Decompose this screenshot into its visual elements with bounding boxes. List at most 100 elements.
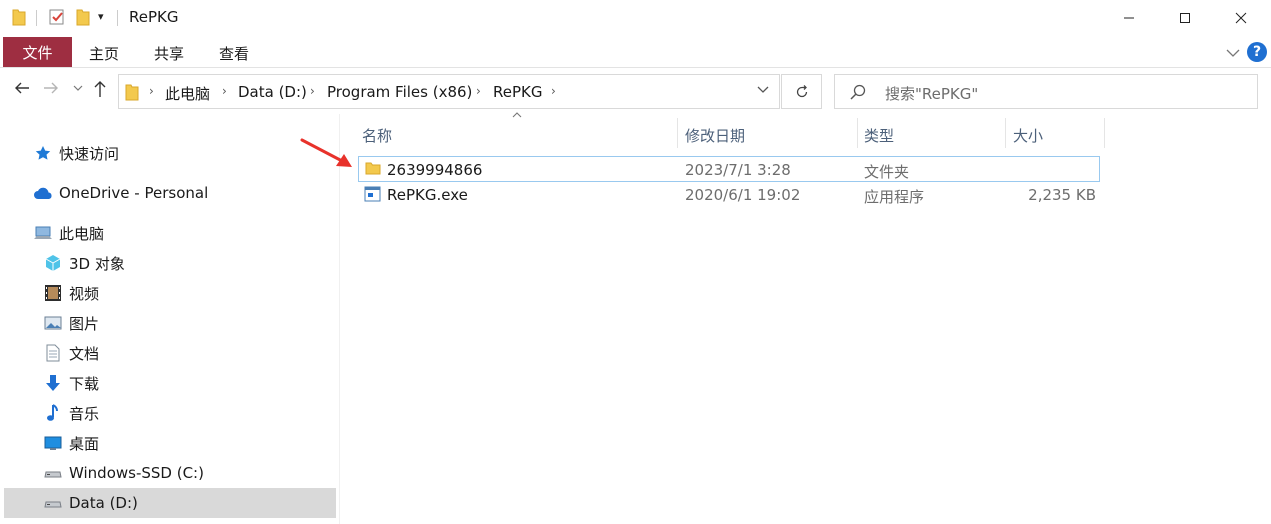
chevron-right-icon[interactable]: › bbox=[149, 84, 154, 98]
sidebar-item-label: 3D 对象 bbox=[69, 254, 125, 273]
document-icon bbox=[43, 343, 63, 363]
file-type: 应用程序 bbox=[864, 188, 925, 206]
window-title: RePKG bbox=[129, 8, 179, 26]
file-name: 2639994866 bbox=[387, 161, 483, 179]
chevron-right-icon[interactable]: › bbox=[551, 84, 556, 98]
sidebar-item-downloads[interactable]: 下载 bbox=[43, 368, 99, 398]
recent-locations-icon[interactable] bbox=[73, 84, 83, 95]
star-icon bbox=[33, 143, 53, 163]
tab-view[interactable]: 查看 bbox=[219, 43, 249, 64]
chevron-right-icon[interactable]: › bbox=[222, 84, 227, 98]
sidebar-item-label: OneDrive - Personal bbox=[59, 184, 209, 202]
column-divider[interactable] bbox=[1005, 118, 1006, 148]
desktop-icon bbox=[43, 433, 63, 453]
drive-icon bbox=[43, 493, 63, 513]
tab-share[interactable]: 共享 bbox=[154, 43, 184, 64]
title-separator bbox=[117, 10, 118, 26]
column-header-name[interactable]: 名称 bbox=[362, 125, 392, 146]
table-row[interactable]: 2639994866 2023/7/1 3:28 文件夹 bbox=[358, 156, 1100, 182]
refresh-button[interactable] bbox=[781, 74, 822, 109]
sidebar-item-label: 图片 bbox=[69, 314, 100, 333]
cloud-icon bbox=[33, 183, 53, 203]
breadcrumb-this-pc[interactable]: 此电脑 bbox=[165, 83, 210, 104]
column-divider[interactable] bbox=[857, 118, 858, 148]
navigation-bar: › 此电脑 › Data (D:) › Program Files (x86) … bbox=[0, 68, 1271, 114]
column-header-modified[interactable]: 修改日期 bbox=[685, 125, 745, 146]
sidebar-item-label: Windows-SSD (C:) bbox=[69, 464, 204, 482]
sidebar-item-label: 桌面 bbox=[69, 434, 100, 453]
file-size: 2,235 KB bbox=[1028, 186, 1096, 204]
chevron-right-icon[interactable]: › bbox=[310, 84, 315, 98]
search-placeholder: 搜索"RePKG" bbox=[885, 85, 979, 103]
drive-icon bbox=[43, 463, 63, 483]
sidebar-item-label: 视频 bbox=[69, 284, 100, 303]
file-type: 文件夹 bbox=[864, 163, 910, 181]
back-arrow-icon[interactable] bbox=[14, 80, 30, 100]
folder-icon bbox=[365, 160, 381, 180]
close-button[interactable] bbox=[1213, 0, 1269, 36]
sidebar-item-label: 文档 bbox=[69, 344, 100, 363]
search-icon bbox=[849, 83, 867, 105]
picture-icon bbox=[43, 313, 63, 333]
column-divider[interactable] bbox=[677, 118, 678, 148]
exe-icon bbox=[364, 186, 381, 206]
table-row[interactable]: RePKG.exe 2020/6/1 19:02 应用程序 2,235 KB bbox=[358, 182, 1100, 208]
folder-icon bbox=[125, 83, 139, 105]
maximize-icon bbox=[1180, 13, 1190, 23]
sidebar-item-label: 此电脑 bbox=[59, 224, 105, 243]
maximize-button[interactable] bbox=[1157, 0, 1213, 36]
sidebar-item-3d-objects[interactable]: 3D 对象 bbox=[43, 248, 125, 278]
sidebar-item-this-pc[interactable]: 此电脑 bbox=[33, 218, 104, 248]
chevron-right-icon[interactable]: › bbox=[476, 84, 481, 98]
minimize-icon bbox=[1124, 17, 1134, 19]
annotation-arrow-icon bbox=[300, 136, 356, 176]
cube-icon bbox=[43, 253, 63, 273]
music-icon bbox=[43, 403, 63, 423]
new-folder-icon[interactable] bbox=[76, 8, 90, 28]
sidebar-item-documents[interactable]: 文档 bbox=[43, 338, 99, 368]
sort-ascending-icon bbox=[512, 110, 522, 121]
address-bar[interactable]: › 此电脑 › Data (D:) › Program Files (x86) … bbox=[118, 74, 780, 109]
close-icon bbox=[1235, 12, 1247, 24]
sidebar-item-pictures[interactable]: 图片 bbox=[43, 308, 99, 338]
file-modified: 2023/7/1 3:28 bbox=[685, 161, 791, 179]
sidebar-item-quick-access[interactable]: 快速访问 bbox=[33, 138, 119, 168]
sidebar-item-music[interactable]: 音乐 bbox=[43, 398, 99, 428]
column-header-size[interactable]: 大小 bbox=[1013, 125, 1043, 146]
minimize-button[interactable] bbox=[1101, 0, 1157, 36]
help-icon[interactable]: ? bbox=[1247, 42, 1267, 62]
sidebar-item-label: 下载 bbox=[69, 374, 100, 393]
tab-home[interactable]: 主页 bbox=[89, 43, 119, 64]
ribbon-tabs: 文件 主页 共享 查看 ? bbox=[0, 36, 1271, 68]
sidebar-item-label: Data (D:) bbox=[69, 494, 138, 512]
file-modified: 2020/6/1 19:02 bbox=[685, 186, 801, 204]
column-header-type[interactable]: 类型 bbox=[864, 125, 894, 146]
address-dropdown-icon[interactable] bbox=[757, 83, 769, 97]
title-bar: ▾ RePKG bbox=[0, 0, 1271, 36]
breadcrumb-program-files[interactable]: Program Files (x86) bbox=[327, 83, 472, 101]
download-icon bbox=[43, 373, 63, 393]
up-arrow-icon[interactable] bbox=[92, 80, 108, 102]
folder-icon[interactable] bbox=[12, 8, 26, 28]
tab-file[interactable]: 文件 bbox=[3, 37, 72, 67]
sidebar-item-label: 音乐 bbox=[69, 404, 100, 423]
film-icon bbox=[43, 283, 63, 303]
sidebar-item-data-drive[interactable]: Data (D:) bbox=[4, 488, 336, 518]
sidebar-item-label: 快速访问 bbox=[59, 144, 120, 163]
expand-ribbon-icon[interactable] bbox=[1226, 44, 1240, 62]
breadcrumb-data-drive[interactable]: Data (D:) bbox=[238, 83, 307, 101]
customize-qat-icon[interactable]: ▾ bbox=[98, 10, 104, 30]
sidebar-item-desktop[interactable]: 桌面 bbox=[43, 428, 99, 458]
sidebar-item-windows-ssd[interactable]: Windows-SSD (C:) bbox=[43, 458, 204, 488]
breadcrumb-repkg[interactable]: RePKG bbox=[493, 83, 542, 101]
forward-arrow-icon[interactable] bbox=[43, 80, 59, 100]
file-name: RePKG.exe bbox=[387, 186, 468, 204]
qat-separator bbox=[36, 10, 37, 26]
computer-icon bbox=[33, 223, 53, 243]
column-divider[interactable] bbox=[1104, 118, 1105, 148]
sidebar-item-onedrive[interactable]: OneDrive - Personal bbox=[33, 178, 208, 208]
sidebar-item-videos[interactable]: 视频 bbox=[43, 278, 99, 308]
search-box[interactable]: 搜索"RePKG" bbox=[834, 74, 1258, 109]
properties-icon[interactable] bbox=[48, 8, 66, 28]
refresh-icon bbox=[796, 84, 807, 97]
